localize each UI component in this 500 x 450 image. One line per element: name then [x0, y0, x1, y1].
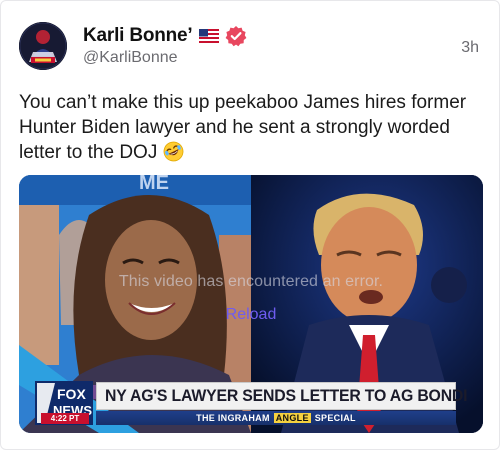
video-player[interactable]: ME This video has encountered an error. … [19, 175, 483, 433]
chyron-headline-bar: NY AG'S LAWYER SENDS LETTER TO AG BONDI [96, 382, 468, 410]
show-special: SPECIAL [314, 413, 356, 423]
post-timestamp[interactable]: 3h [461, 39, 479, 57]
show-angle: ANGLE [273, 413, 311, 423]
verified-badge-icon [225, 25, 247, 47]
reload-button[interactable]: Reload [19, 306, 483, 324]
post-text: You can’t make this up peekaboo James hi… [19, 90, 479, 165]
svg-text:FOX: FOX [57, 386, 86, 402]
post-body: You can’t make this up peekaboo James hi… [19, 92, 467, 163]
post-card[interactable]: Karli Bonne’ @KarliBonne 3h You can’t ma… [0, 0, 500, 450]
video-error-message: This video has encountered an error. [118, 273, 384, 290]
us-flag-icon [198, 29, 219, 43]
author-display-name[interactable]: Karli Bonne’ [83, 25, 193, 47]
broadcast-time: 4:22 PT [41, 413, 89, 424]
chyron-headline: NY AG'S LAWYER SENDS LETTER TO AG BONDI [105, 386, 468, 405]
show-name: THE INGRAHAM [196, 413, 270, 423]
author-handle[interactable]: @KarliBonne [83, 49, 178, 67]
author-avatar[interactable] [19, 22, 67, 70]
rolling-on-floor-laughing-emoji [163, 141, 184, 162]
avatar-image [19, 22, 67, 70]
chyron-show-bar: THE INGRAHAM ANGLE SPECIAL [96, 411, 456, 425]
